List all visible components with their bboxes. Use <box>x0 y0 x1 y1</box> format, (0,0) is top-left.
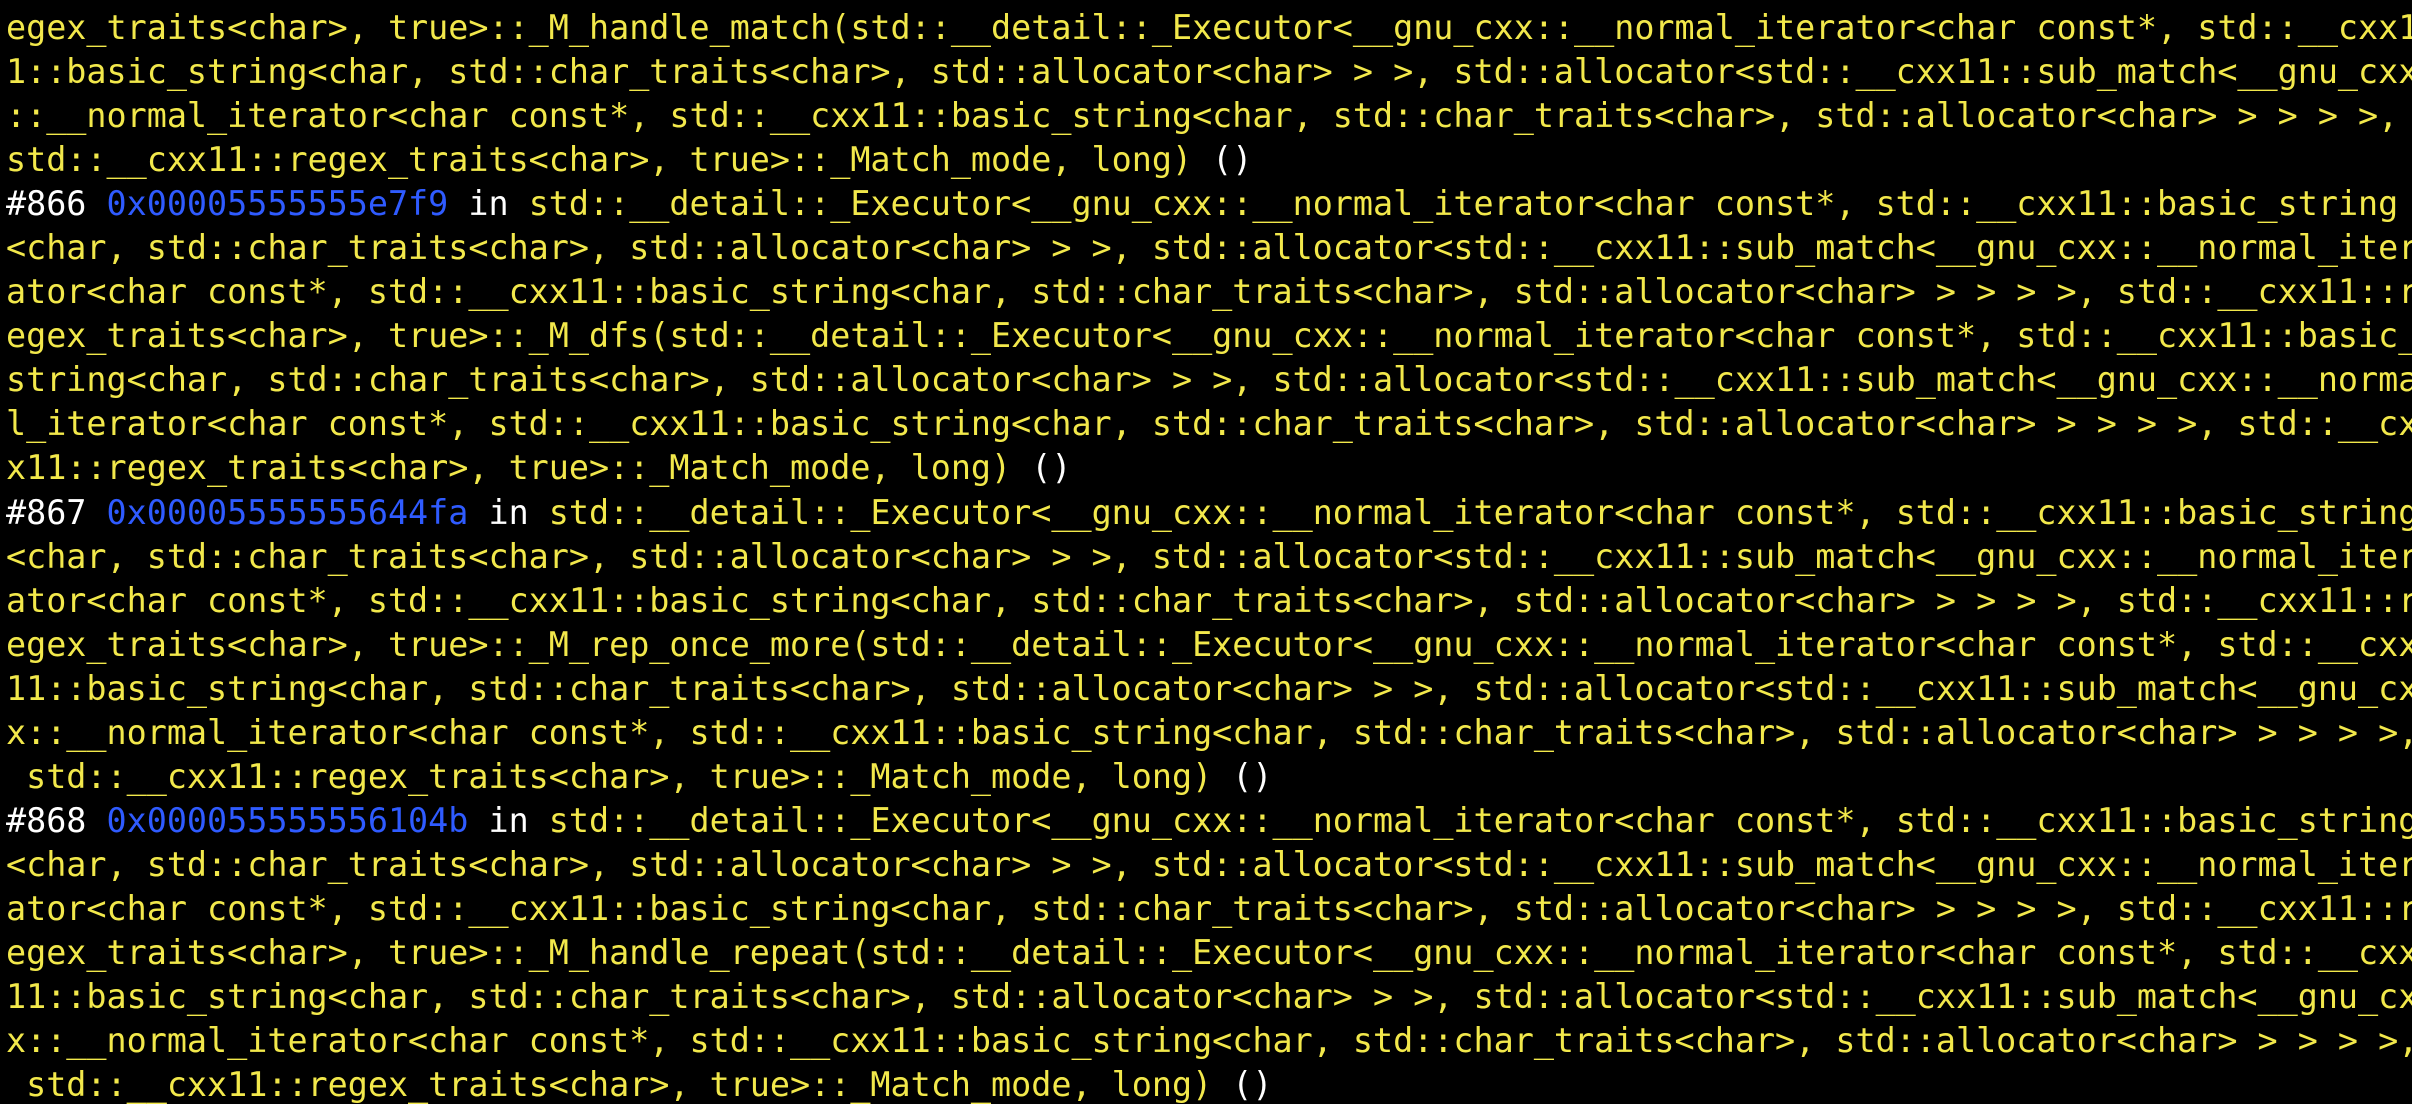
frame-in-keyword: in <box>468 800 549 840</box>
terminal-line: egex_traits<char>, true>::_M_rep_once_mo… <box>6 623 2412 667</box>
terminal-line: x11::regex_traits<char>, true>::_Match_m… <box>6 446 2412 490</box>
frame-number: #868 <box>6 800 107 840</box>
frame-function-text: 11::basic_string<char, std::char_traits<… <box>6 977 2412 1017</box>
terminal-line: 11::basic_string<char, std::char_traits<… <box>6 667 2412 711</box>
frame-function-text: egex_traits<char>, true>::_M_handle_matc… <box>6 8 2412 47</box>
terminal-line: 1::basic_string<char, std::char_traits<c… <box>6 50 2412 94</box>
terminal-line: std::__cxx11::regex_traits<char>, true>:… <box>6 138 2412 182</box>
frame-function-text: std::__cxx11::regex_traits<char>, true>:… <box>6 1065 1233 1104</box>
frame-function-text: egex_traits<char>, true>::_M_handle_repe… <box>6 932 2412 972</box>
terminal-line: std::__cxx11::regex_traits<char>, true>:… <box>6 755 2412 799</box>
frame-function-text: string<char, std::char_traits<char>, std… <box>6 360 2412 400</box>
frame-function-text: <char, std::char_traits<char>, std::allo… <box>6 536 2412 576</box>
frame-function-text: std::__detail::_Executor<__gnu_cxx::__no… <box>528 184 2399 224</box>
frame-number: #866 <box>6 184 107 224</box>
frame-function-text: ::__normal_iterator<char const*, std::__… <box>6 96 2399 136</box>
terminal-line: <char, std::char_traits<char>, std::allo… <box>6 843 2412 887</box>
frame-function-text: <char, std::char_traits<char>, std::allo… <box>6 844 2412 884</box>
terminal-line: egex_traits<char>, true>::_M_handle_repe… <box>6 931 2412 975</box>
frame-function-text: l_iterator<char const*, std::__cxx11::ba… <box>6 404 2412 444</box>
frame-function-text: std::__cxx11::regex_traits<char>, true>:… <box>6 140 1213 180</box>
terminal-line: ator<char const*, std::__cxx11::basic_st… <box>6 887 2412 931</box>
terminal-line: <char, std::char_traits<char>, std::allo… <box>6 535 2412 579</box>
frame-function-text: std::__cxx11::regex_traits<char>, true>:… <box>6 756 1233 796</box>
terminal-line: #866 0x00005555555e7f9 in std::__detail:… <box>6 182 2412 226</box>
terminal-line: 11::basic_string<char, std::char_traits<… <box>6 975 2412 1019</box>
terminal-line: egex_traits<char>, true>::_M_handle_matc… <box>6 6 2412 50</box>
terminal-line: egex_traits<char>, true>::_M_dfs(std::__… <box>6 314 2412 358</box>
frame-function-text: <char, std::char_traits<char>, std::allo… <box>6 228 2412 268</box>
frame-address: 0x00005555555e7f9 <box>106 184 449 224</box>
terminal-line: x::__normal_iterator<char const*, std::_… <box>6 1019 2412 1063</box>
frame-args: () <box>1212 140 1253 180</box>
frame-args: () <box>1031 448 1072 488</box>
frame-address: 0x00005555555644fa <box>106 492 469 532</box>
frame-address: 0x000055555556104b <box>106 800 469 840</box>
terminal-line: #868 0x000055555556104b in std::__detail… <box>6 799 2412 843</box>
frame-function-text: x::__normal_iterator<char const*, std::_… <box>6 1021 2412 1061</box>
frame-function-text: std::__detail::_Executor<__gnu_cxx::__no… <box>548 800 2412 840</box>
terminal-line: string<char, std::char_traits<char>, std… <box>6 358 2412 402</box>
frame-function-text: ator<char const*, std::__cxx11::basic_st… <box>6 580 2412 620</box>
frame-function-text: egex_traits<char>, true>::_M_rep_once_mo… <box>6 624 2412 664</box>
frame-function-text: 1::basic_string<char, std::char_traits<c… <box>6 52 2412 92</box>
frame-function-text: std::__detail::_Executor<__gnu_cxx::__no… <box>548 492 2412 532</box>
frame-function-text: x11::regex_traits<char>, true>::_Match_m… <box>6 448 1032 488</box>
terminal-line: ::__normal_iterator<char const*, std::__… <box>6 94 2412 138</box>
terminal-line: <char, std::char_traits<char>, std::allo… <box>6 226 2412 270</box>
frame-function-text: 11::basic_string<char, std::char_traits<… <box>6 668 2412 708</box>
terminal-line: #867 0x00005555555644fa in std::__detail… <box>6 491 2412 535</box>
frame-function-text: egex_traits<char>, true>::_M_dfs(std::__… <box>6 316 2412 356</box>
terminal-line: std::__cxx11::regex_traits<char>, true>:… <box>6 1063 2412 1104</box>
terminal-line: ator<char const*, std::__cxx11::basic_st… <box>6 270 2412 314</box>
terminal-window[interactable]: egex_traits<char>, true>::_M_handle_matc… <box>0 0 2412 1104</box>
terminal-line: x::__normal_iterator<char const*, std::_… <box>6 711 2412 755</box>
terminal-line: ator<char const*, std::__cxx11::basic_st… <box>6 579 2412 623</box>
frame-function-text: ator<char const*, std::__cxx11::basic_st… <box>6 272 2412 312</box>
frame-function-text: ator<char const*, std::__cxx11::basic_st… <box>6 888 2412 928</box>
terminal-line: l_iterator<char const*, std::__cxx11::ba… <box>6 402 2412 446</box>
frame-in-keyword: in <box>448 184 529 224</box>
frame-args: () <box>1232 1065 1273 1104</box>
frame-number: #867 <box>6 492 107 532</box>
frame-function-text: x::__normal_iterator<char const*, std::_… <box>6 712 2412 752</box>
frame-in-keyword: in <box>468 492 549 532</box>
frame-args: () <box>1232 756 1273 796</box>
